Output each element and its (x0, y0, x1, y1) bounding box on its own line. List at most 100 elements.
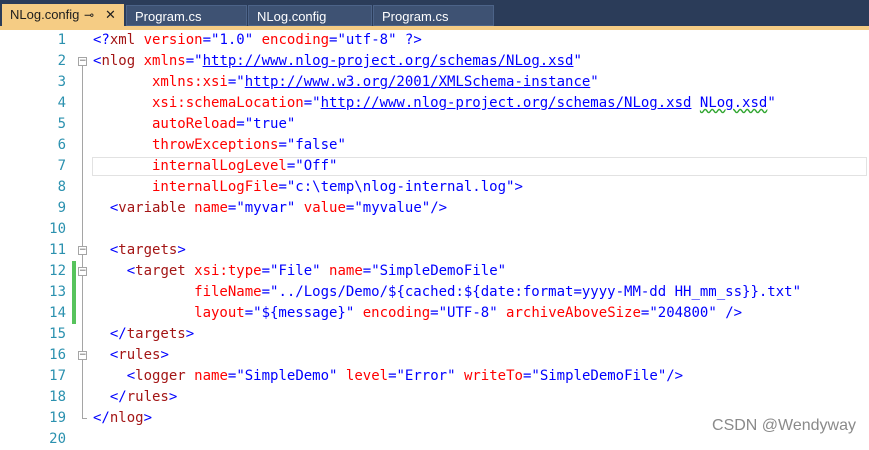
code-text: <target xsi:type="File" name="SimpleDemo… (93, 261, 506, 282)
line-number: 16 (49, 347, 66, 363)
code-token: " (388, 32, 397, 48)
code-line[interactable]: 2 <nlog xmlns="http://www.nlog-project.or… (0, 51, 869, 72)
code-token: " (337, 137, 346, 153)
code-token: archiveAboveSize (497, 305, 641, 321)
code-line[interactable]: 8 internalLogFile="c:\temp\nlog-internal… (0, 177, 869, 198)
code-text: layout="${message}" encoding="UTF-8" arc… (93, 303, 742, 324)
code-token: "/> (421, 200, 448, 216)
code-token: nlog (101, 53, 136, 69)
code-line[interactable]: 14 layout="${message}" encoding="UTF-8" … (0, 303, 869, 324)
collapse-icon[interactable]: − (78, 246, 87, 255)
change-marker (72, 282, 76, 303)
code-token: SimpleDemoFile (539, 368, 658, 384)
code-token: true (253, 116, 287, 132)
code-token: =" (244, 305, 262, 321)
document-tab-bar: NLog.config ⊸ ✕ Program.cs NLog.config P… (0, 0, 869, 30)
line-number: 2 (57, 53, 66, 69)
tab-label: Program.cs (382, 9, 449, 24)
collapse-icon[interactable]: − (78, 351, 87, 360)
code-line[interactable]: 3 xmlns:xsi="http://www.w3.org/2001/XMLS… (0, 72, 869, 93)
code-line[interactable]: 9 <variable name="myvar" value="myvalue"… (0, 198, 869, 219)
code-token: < (93, 263, 136, 279)
code-token: value (295, 200, 346, 216)
code-token: NLog.xsd (699, 95, 768, 111)
code-token: < (93, 242, 119, 258)
code-text: xsi:schemaLocation="http://www.nlog-proj… (93, 93, 776, 114)
code-line[interactable]: 12 <target xsi:type="File" name="SimpleD… (0, 261, 869, 282)
code-token: ?> (396, 32, 422, 48)
fold-guide (82, 66, 83, 419)
code-token: UTF-8 (447, 305, 490, 321)
code-line[interactable]: 10 (0, 219, 869, 240)
code-token: false (295, 137, 338, 153)
line-number: 19 (49, 410, 66, 426)
code-token: myvar (244, 200, 287, 216)
code-token: Off (303, 158, 330, 174)
tab-nlog-config[interactable]: NLog.config (248, 5, 372, 26)
code-token: targets (118, 242, 178, 258)
code-text: xmlns:xsi="http://www.w3.org/2001/XMLSch… (93, 72, 599, 93)
code-line[interactable]: 7 internalLogLevel="Off" (0, 156, 869, 177)
tab-label: Program.cs (135, 9, 202, 24)
close-icon[interactable]: ✕ (105, 4, 116, 26)
code-token: " (312, 263, 321, 279)
code-token: =" (261, 284, 279, 300)
code-line[interactable]: 17 <logger name="SimpleDemo" level="Erro… (0, 366, 869, 387)
code-token: =" (388, 368, 405, 384)
code-line[interactable]: 6 throwExceptions="false" (0, 135, 869, 156)
code-text: <variable name="myvar" value="myvalue"/> (93, 198, 447, 219)
code-token: autoReload (93, 116, 237, 132)
fold-end (82, 418, 87, 419)
code-token: throwExceptions (93, 137, 279, 153)
code-token: encoding (354, 305, 431, 321)
code-token: </ (93, 389, 127, 405)
code-token: =" (261, 263, 279, 279)
code-token: </ (93, 410, 110, 426)
code-token: </ (93, 326, 127, 342)
code-token: =" (329, 32, 346, 48)
code-token: =" (640, 305, 658, 321)
line-number: 7 (57, 158, 66, 174)
code-token: xsi:type (185, 263, 262, 279)
code-line[interactable]: 5 autoReload="true" (0, 114, 869, 135)
code-text: <targets> (93, 240, 186, 261)
code-token: xmlns (135, 53, 186, 69)
code-line[interactable]: 15 </targets> (0, 324, 869, 345)
code-line[interactable]: 4 xsi:schemaLocation="http://www.nlog-pr… (0, 93, 869, 114)
code-token: " (447, 368, 456, 384)
line-number: 11 (49, 242, 66, 258)
code-token: name (185, 200, 228, 216)
code-token: xsi:schemaLocation (93, 95, 304, 111)
line-number: 4 (57, 95, 66, 111)
code-token: " (590, 74, 599, 90)
code-text: throwExceptions="false" (93, 135, 346, 156)
code-token: =" (202, 32, 220, 48)
code-token: " (573, 53, 582, 69)
code-text: <nlog xmlns="http://www.nlog-project.org… (93, 51, 582, 72)
code-text: internalLogLevel="Off" (93, 156, 337, 177)
code-token: SimpleDemoFile (379, 263, 498, 279)
code-line[interactable]: 1 <?xml version="1.0" encoding="utf-8" ?> (0, 30, 869, 51)
pin-icon[interactable]: ⊸ (84, 4, 94, 26)
watermark: CSDN @Wendyway (712, 417, 856, 434)
tab-program-cs[interactable]: Program.cs (126, 5, 247, 26)
collapse-icon[interactable]: − (78, 267, 87, 276)
code-token: =" (278, 179, 296, 195)
line-number: 3 (57, 74, 66, 90)
code-text: <?xml version="1.0" encoding="utf-8" ?> (93, 30, 422, 51)
code-line[interactable]: 13 fileName="../Logs/Demo/${cached:${dat… (0, 282, 869, 303)
code-token: " (489, 305, 498, 321)
code-token: 204800 (657, 305, 709, 321)
code-editor[interactable]: 1 <?xml version="1.0" encoding="utf-8" ?>… (0, 30, 869, 447)
code-token: fileName (93, 284, 262, 300)
change-marker (72, 261, 76, 282)
code-token: encoding (253, 32, 330, 48)
code-line[interactable]: 16 <rules> (0, 345, 869, 366)
code-line[interactable]: 11 <targets> (0, 240, 869, 261)
code-text: </nlog> (93, 408, 152, 429)
tab-nlog-config-active[interactable]: NLog.config ⊸ ✕ (2, 4, 124, 26)
code-line[interactable]: 18 </rules> (0, 387, 869, 408)
collapse-icon[interactable]: − (78, 57, 87, 66)
tab-program-cs-2[interactable]: Program.cs (373, 5, 494, 26)
code-token: version (135, 32, 203, 48)
